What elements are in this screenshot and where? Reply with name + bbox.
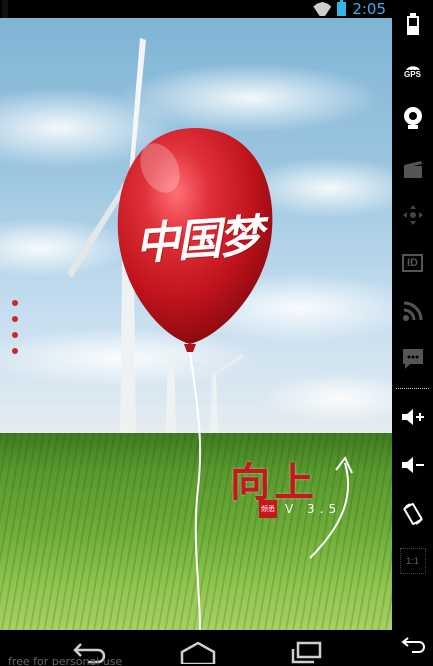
camera-icon[interactable] (392, 104, 433, 132)
balloon-slogan: 中国梦 (133, 210, 263, 271)
volume-down-icon[interactable] (392, 452, 433, 478)
recents-icon[interactable] (282, 638, 330, 666)
app-screen[interactable]: 中国梦 向上 频悉 V 3.5 (0, 18, 392, 630)
watermark: free for personal use (8, 655, 123, 666)
id-label: ID (402, 254, 423, 272)
rotate-icon[interactable] (392, 500, 433, 528)
wifi-icon (313, 2, 331, 16)
status-time: 2:05 (352, 0, 386, 18)
volume-up-icon[interactable] (392, 404, 433, 430)
back-icon[interactable] (392, 630, 433, 658)
status-left-indicator (2, 0, 8, 18)
emulator-side-panel: GPS ID 1:1 (392, 0, 433, 666)
gps-icon[interactable]: GPS (392, 58, 433, 82)
home-icon[interactable] (174, 638, 222, 666)
gps-label: GPS (404, 69, 421, 79)
brand-row: 频悉 V 3.5 (259, 500, 341, 518)
brand-logo: 频悉 (259, 500, 277, 518)
dpad-icon[interactable] (392, 202, 433, 228)
status-bar: 2:05 (0, 0, 392, 18)
clapper-icon[interactable] (392, 156, 433, 182)
status-icons: 2:05 (313, 0, 386, 18)
battery-icon[interactable] (392, 10, 433, 38)
side-divider (396, 388, 429, 389)
battery-icon (337, 0, 347, 16)
scale-icon[interactable]: 1:1 (392, 546, 433, 576)
balloon (117, 128, 353, 630)
version-label: V 3.5 (285, 502, 342, 516)
sms-icon[interactable] (392, 346, 433, 372)
id-icon[interactable]: ID (392, 250, 433, 276)
rss-icon[interactable] (392, 298, 433, 324)
scale-label: 1:1 (406, 556, 419, 566)
